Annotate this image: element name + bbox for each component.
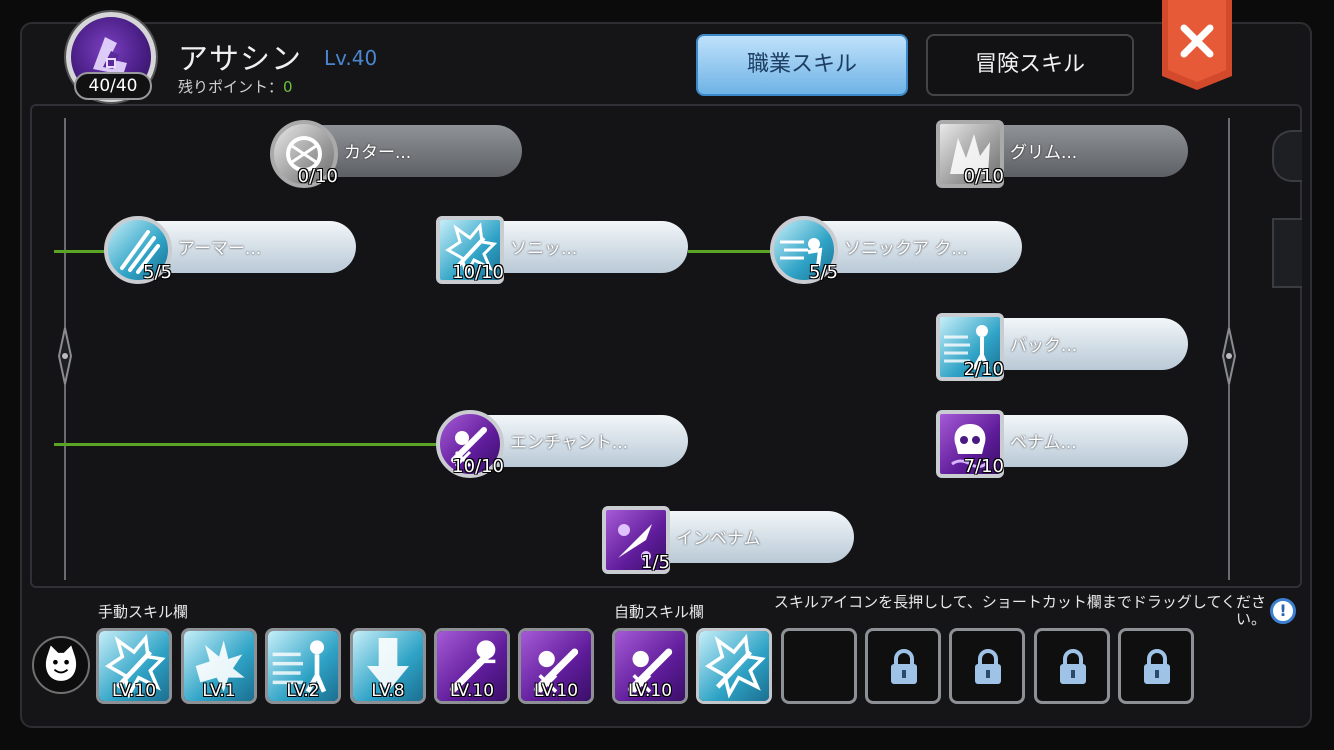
slot-level: LV.10 <box>111 681 157 701</box>
tab-job-skills[interactable]: 職業スキル <box>696 34 908 96</box>
manual-skill-slot[interactable]: LV.1 <box>181 628 257 704</box>
slot-level: LV.10 <box>533 681 579 701</box>
auto-skill-slot-locked <box>865 628 941 704</box>
skill-node-level: 10/10 <box>452 456 504 477</box>
skill-node-level: 5/5 <box>143 262 172 283</box>
manual-skill-slot[interactable]: LV.2 <box>265 628 341 704</box>
skill-node-label: カター... <box>344 143 412 163</box>
skill-node-level: 0/10 <box>963 166 1004 187</box>
slot-level: LV.10 <box>627 681 673 701</box>
auto-skill-slot[interactable]: LV.10 <box>612 628 688 704</box>
manual-skill-slot[interactable]: LV.8 <box>350 628 426 704</box>
auto-skill-slot-locked <box>1034 628 1110 704</box>
skill-node-sonic-accel[interactable]: ソニックア ク... 5/5 <box>770 216 1022 284</box>
auto-skill-slot[interactable] <box>696 628 772 704</box>
drag-hint-text: スキルアイコンを長押しして、ショートカット欄までドラッグしてください。 <box>773 593 1266 628</box>
sonic-blow-icon <box>699 631 769 701</box>
skill-node-level: 10/10 <box>452 262 504 283</box>
skill-node-venom[interactable]: ベナム... 7/10 <box>936 410 1188 478</box>
tree-link <box>54 443 444 446</box>
skill-node-label: ソニッ... <box>510 239 578 259</box>
skill-node-label: ベナム... <box>1010 433 1077 453</box>
auto-skill-slot-empty[interactable] <box>781 628 857 704</box>
skill-node-label: アーマー... <box>178 239 262 259</box>
skill-node-label: ソニックア ク... <box>844 239 968 259</box>
lock-icon <box>1144 649 1170 684</box>
auto-skill-bar-title: 自動スキル欄 <box>614 603 705 621</box>
skill-node-enchant[interactable]: エンチャント... 10/10 <box>436 410 688 478</box>
skill-node-sonic[interactable]: ソニッ... 10/10 <box>436 216 688 284</box>
slot-level: LV.2 <box>286 681 320 701</box>
slot-level: LV.10 <box>449 681 495 701</box>
skill-node-katar[interactable]: カター... 0/10 <box>270 120 522 188</box>
lock-icon <box>975 649 1001 684</box>
class-name: アサシン <box>178 42 302 77</box>
slot-level: LV.8 <box>371 681 405 701</box>
skill-node-level: 5/5 <box>809 262 838 283</box>
remaining-points: 残りポイント：0 <box>178 76 293 97</box>
skill-node-armor[interactable]: アーマー... 5/5 <box>104 216 356 284</box>
info-icon[interactable]: ! <box>1270 598 1296 624</box>
skill-node-level: 2/10 <box>963 359 1004 380</box>
manual-skill-bar-title: 手動スキル欄 <box>98 603 189 621</box>
skill-node-label: インベナム <box>676 529 761 549</box>
skill-node-grim[interactable]: グリム... 0/10 <box>936 120 1188 188</box>
auto-skill-slot-locked <box>1118 628 1194 704</box>
manual-skill-slot[interactable]: LV.10 <box>434 628 510 704</box>
close-button[interactable] <box>1162 0 1232 90</box>
lock-icon <box>1060 649 1086 684</box>
slot-level: LV.1 <box>202 681 236 701</box>
manual-skill-slot[interactable]: LV.10 <box>96 628 172 704</box>
skill-points-total: 40/40 <box>74 72 152 100</box>
skill-node-back[interactable]: バック... 2/10 <box>936 313 1188 381</box>
skill-node-level: 0/10 <box>297 166 338 187</box>
skill-node-label: エンチャント... <box>510 433 629 453</box>
tab-adventure-skills[interactable]: 冒険スキル <box>926 34 1134 96</box>
skill-node-label: グリム... <box>1010 143 1078 163</box>
skill-node-level: 7/10 <box>963 456 1004 477</box>
skill-node-label: バック... <box>1010 336 1078 356</box>
tree-link <box>688 250 778 253</box>
remaining-points-label: 残りポイント： <box>178 78 284 96</box>
skill-node-envenom[interactable]: インベナム 1/5 <box>602 506 854 574</box>
right-rail-ornament <box>1221 118 1237 580</box>
offscreen-skill-fragment <box>1272 130 1302 182</box>
manual-skill-slot[interactable]: LV.10 <box>518 628 594 704</box>
remaining-points-value: 0 <box>283 78 293 96</box>
left-rail-ornament <box>57 118 73 580</box>
auto-skill-slot-locked <box>949 628 1025 704</box>
pet-cat-icon[interactable] <box>32 636 90 694</box>
class-level: Lv.40 <box>324 46 378 70</box>
scroll-indicator[interactable] <box>1272 218 1302 288</box>
skill-node-level: 1/5 <box>641 552 670 573</box>
lock-icon <box>891 649 917 684</box>
